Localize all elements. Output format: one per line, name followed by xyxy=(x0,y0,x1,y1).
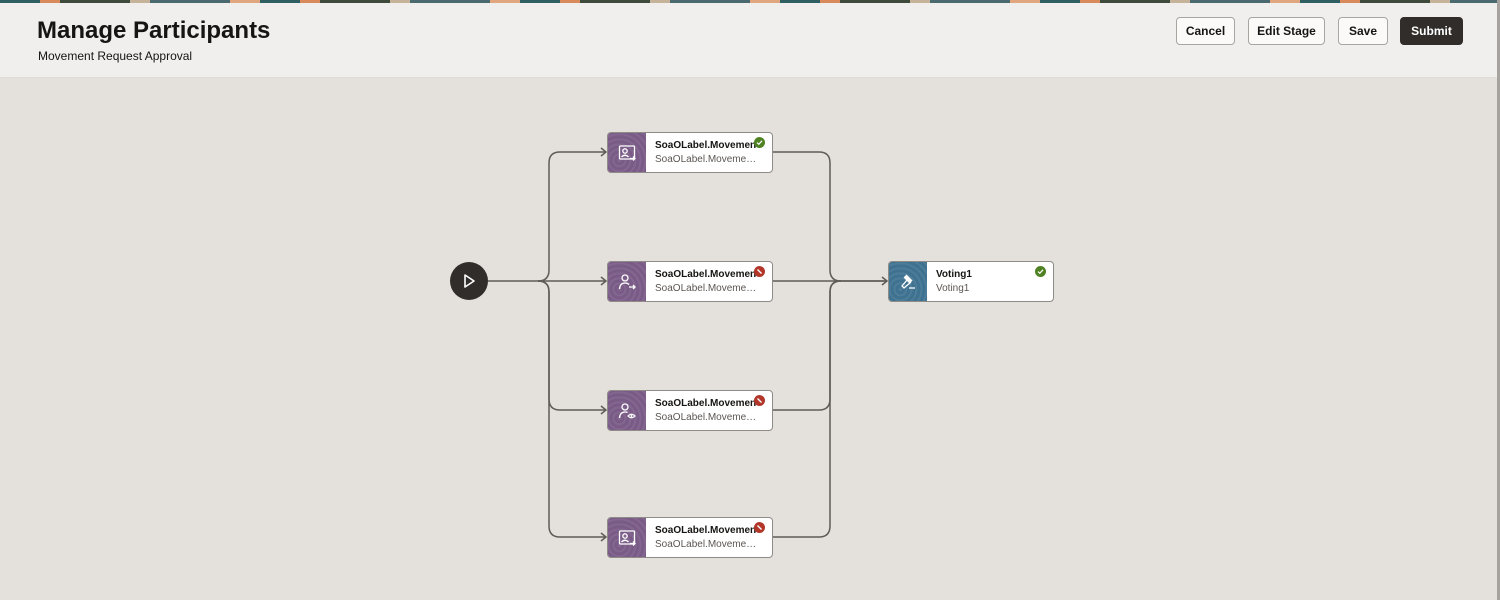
status-ok-icon xyxy=(754,137,765,148)
node-subtitle: Voting1 xyxy=(936,283,970,294)
user-forward-icon xyxy=(618,273,636,289)
participant-node-4[interactable]: SoaOLabel.Movement SoaOLabel.MovementReq… xyxy=(607,517,773,558)
status-error-icon xyxy=(754,522,765,533)
participant-tile xyxy=(608,518,646,557)
start-node[interactable] xyxy=(450,262,488,300)
status-ok-icon xyxy=(1035,266,1046,277)
node-subtitle: SoaOLabel.MovementRequest xyxy=(655,412,756,423)
participant-node-1[interactable]: SoaOLabel.Movement SoaOLabel.MovementReq… xyxy=(607,132,773,173)
voting-tile xyxy=(889,262,927,301)
participant-tile xyxy=(608,391,646,430)
participant-node-2[interactable]: SoaOLabel.Movement SoaOLabel.MovementReq… xyxy=(607,261,773,302)
participant-tile xyxy=(608,133,646,172)
node-title: Voting1 xyxy=(936,269,972,280)
participant-tile xyxy=(608,262,646,301)
node-subtitle: SoaOLabel.MovementRequest xyxy=(655,539,756,550)
voting-node[interactable]: Voting1 Voting1 xyxy=(888,261,1054,302)
node-subtitle: SoaOLabel.MovementRequest xyxy=(655,154,756,165)
user-assign-icon xyxy=(618,144,636,161)
node-title: SoaOLabel.Movement xyxy=(655,269,756,280)
node-subtitle: SoaOLabel.MovementRequest xyxy=(655,283,756,294)
node-title: SoaOLabel.Movement xyxy=(655,140,756,151)
status-error-icon xyxy=(754,266,765,277)
user-assign-icon xyxy=(618,529,636,546)
gavel-icon xyxy=(901,274,915,289)
play-icon xyxy=(464,274,475,288)
node-title: SoaOLabel.Movement xyxy=(655,525,756,536)
participant-node-3[interactable]: SoaOLabel.Movement SoaOLabel.MovementReq… xyxy=(607,390,773,431)
node-title: SoaOLabel.Movement xyxy=(655,398,756,409)
status-error-icon xyxy=(754,395,765,406)
user-view-icon xyxy=(618,402,636,418)
